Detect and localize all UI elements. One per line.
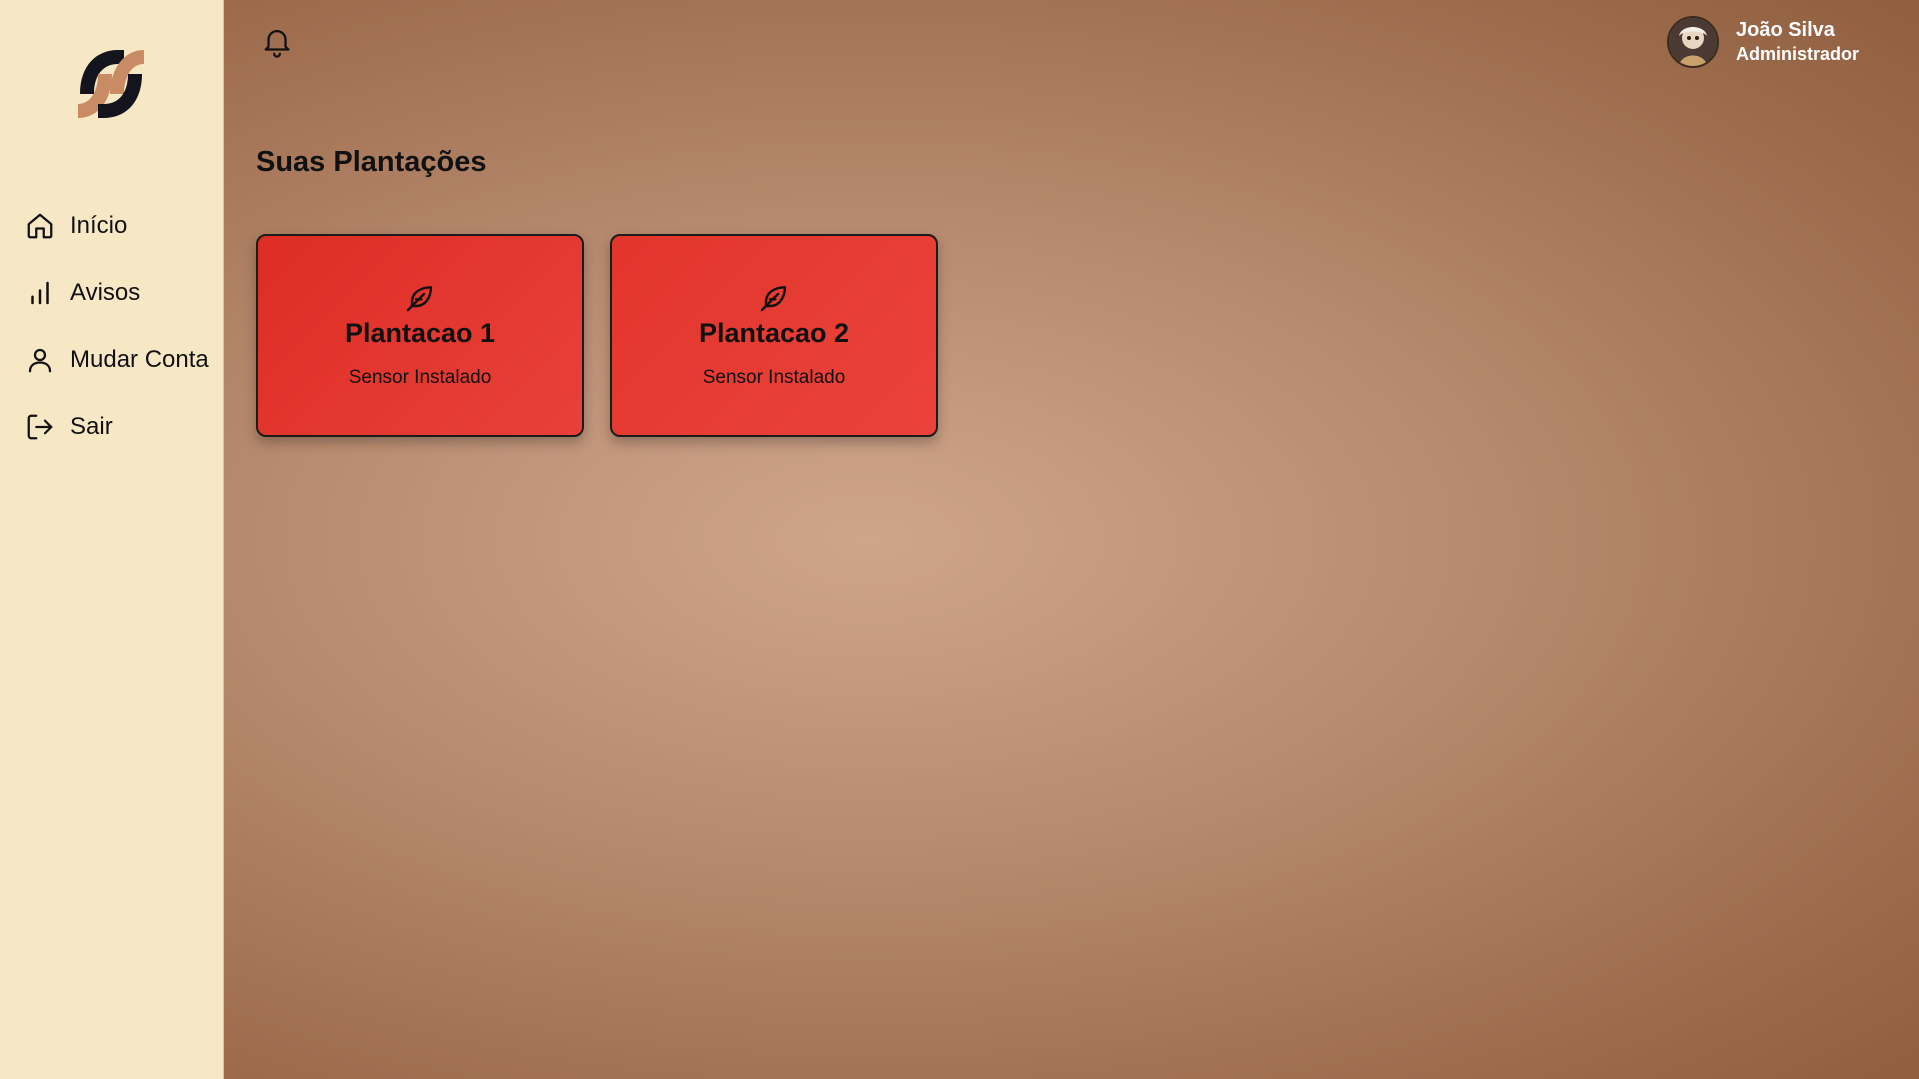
card-subtitle: Sensor Instalado — [348, 367, 492, 388]
bar-chart-icon — [25, 278, 55, 308]
sidebar-item-sair[interactable]: Sair — [0, 407, 224, 447]
leaf-icon — [406, 286, 433, 312]
leaf-icon — [760, 286, 787, 312]
bell-icon[interactable] — [260, 24, 294, 58]
plantation-card-list: Plantacao 1 Sensor Instalado Plantacao 2… — [256, 234, 964, 437]
home-icon — [25, 211, 55, 241]
sidebar-item-avisos[interactable]: Avisos — [0, 273, 224, 313]
user-name: João Silva — [1735, 19, 1835, 41]
main-content: João Silva Administrador Suas Plantações… — [224, 0, 1919, 1079]
logout-icon — [25, 412, 55, 442]
sidebar-item-mudar-conta[interactable]: Mudar Conta — [0, 340, 224, 380]
user-profile[interactable]: João Silva Administrador — [1666, 16, 1859, 68]
sidebar-item-label: Avisos — [70, 279, 141, 306]
user-icon — [25, 345, 55, 375]
card-title: Plantacao 2 — [698, 318, 850, 348]
sidebar: Início Avisos Mudar Conta Sair — [0, 0, 224, 1079]
sidebar-nav: Início Avisos Mudar Conta Sair — [0, 206, 224, 474]
sidebar-item-inicio[interactable]: Início — [0, 206, 224, 246]
card-title: Plantacao 1 — [344, 318, 496, 348]
plantation-card-2[interactable]: Plantacao 2 Sensor Instalado — [610, 234, 938, 437]
card-subtitle: Sensor Instalado — [702, 367, 846, 388]
user-role: Administrador — [1735, 44, 1859, 64]
sidebar-item-label: Sair — [70, 413, 113, 440]
app-window: Início Avisos Mudar Conta Sair João Silv… — [0, 0, 1919, 1079]
avatar[interactable] — [1666, 16, 1719, 68]
app-logo — [78, 50, 144, 118]
sidebar-item-label: Mudar Conta — [70, 346, 209, 373]
plantation-card-1[interactable]: Plantacao 1 Sensor Instalado — [256, 234, 584, 437]
user-info: João Silva Administrador — [1736, 18, 1859, 66]
sidebar-item-label: Início — [70, 212, 128, 239]
page-title: Suas Plantações — [256, 146, 487, 178]
